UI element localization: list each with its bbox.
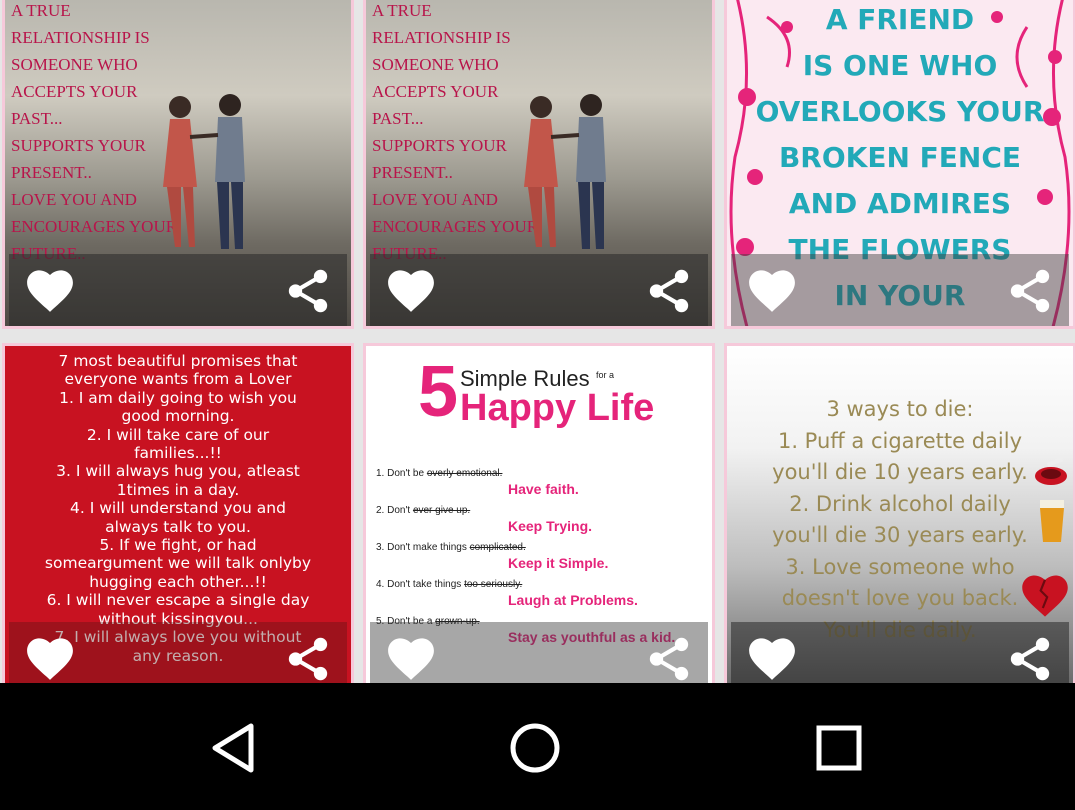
ashtray-icon	[1035, 457, 1067, 485]
recents-square-icon[interactable]	[809, 718, 869, 778]
quote-line: 6. I will never escape a single day	[46, 591, 310, 610]
quote-card-happy-life-rules[interactable]: 5 Simple Rules for a Happy Life 1. Don't…	[363, 343, 715, 683]
broken-heart-icon	[1022, 575, 1068, 617]
quote-line: 5. If we fight, or had	[99, 536, 257, 555]
rule-struck: ever give up.	[412, 505, 471, 516]
quote-line: 7 most beautiful promises that	[58, 352, 298, 370]
card-action-bar	[370, 254, 708, 326]
rules-title: 5 Simple Rules for a Happy Life	[418, 356, 678, 436]
quote-line: BROKEN FENCE	[778, 141, 1022, 174]
quote-line: A FRIEND	[825, 3, 975, 36]
rule-struck: overly emotional.	[426, 468, 503, 479]
quote-line: RELATIONSHIP IS	[372, 28, 511, 47]
quote-line: 1. Puff a cigarette daily	[777, 428, 1023, 453]
rule-answer: Keep Trying.	[508, 518, 593, 534]
quote-line: IS ONE WHO	[802, 49, 998, 82]
quote-line: someargument we will talk onlyby	[44, 554, 312, 573]
card-action-bar	[731, 254, 1069, 326]
quote-line: 3 ways to die:	[826, 397, 974, 421]
quote-card-relationship-2[interactable]: A TRUE RELATIONSHIP IS SOMEONE WHO ACCEP…	[363, 0, 715, 329]
rule-item: 1. Don't be overly emotional. Have faith…	[376, 468, 706, 505]
rule-item: 4. Don't take things too seriously. Laug…	[376, 579, 706, 616]
quote-line: RELATIONSHIP IS	[11, 28, 150, 47]
rule-answer: Keep it Simple.	[508, 555, 609, 571]
quote-line: families...!!	[134, 444, 222, 463]
card-action-bar	[370, 622, 708, 683]
heart-icon[interactable]	[23, 266, 77, 314]
quote-line: 2. I will take care of our	[86, 425, 270, 444]
quote-line: 4. I will understand you and	[70, 499, 286, 518]
rule-prefix: 3. Don't make things	[376, 542, 470, 553]
quote-line: everyone wants from a Lover	[64, 370, 292, 389]
card-action-bar	[731, 622, 1069, 683]
card-action-bar	[9, 622, 347, 683]
quote-line: SOMEONE WHO	[372, 55, 499, 74]
quote-line: good morning.	[121, 407, 235, 426]
rule-prefix: 4. Don't take things	[376, 579, 465, 590]
heart-icon[interactable]	[384, 634, 438, 682]
rules-title-big: Happy Life	[460, 387, 655, 429]
beer-glass-icon	[1040, 500, 1064, 542]
couple-silhouette-image	[524, 94, 606, 249]
back-triangle-icon[interactable]	[203, 718, 263, 778]
quote-line: A TRUE	[372, 1, 432, 20]
quote-line: SOMEONE WHO	[11, 55, 138, 74]
quote-card-ways-to-die[interactable]: 3 ways to die: 1. Puff a cigarette daily…	[724, 343, 1075, 683]
rule-answer: Laugh at Problems.	[508, 592, 638, 608]
system-navigation-bar	[0, 683, 1075, 810]
heart-icon[interactable]	[745, 634, 799, 682]
share-icon[interactable]	[283, 634, 333, 683]
quote-line: AND ADMIRES	[788, 187, 1012, 220]
quote-line: you'll die 10 years early.	[772, 460, 1028, 484]
quote-line: 2. Drink alcohol daily	[789, 491, 1011, 516]
card-action-bar	[9, 254, 347, 326]
quote-line: OVERLOOKS YOUR	[755, 95, 1045, 128]
heart-icon[interactable]	[384, 266, 438, 314]
rule-struck: complicated.	[469, 542, 526, 553]
quote-card-promises[interactable]: 7 most beautiful promises that everyone …	[2, 343, 354, 683]
quote-line: always talk to you.	[105, 517, 251, 536]
couple-silhouette-image	[163, 94, 245, 249]
rule-item: 2. Don't ever give up. Keep Trying.	[376, 505, 706, 542]
quote-line: A TRUE	[11, 1, 71, 20]
rules-title-number: 5	[418, 352, 459, 432]
quote-line: 1. I am daily going to wish you	[59, 388, 297, 407]
heart-icon[interactable]	[745, 266, 799, 314]
share-icon[interactable]	[1005, 634, 1055, 683]
share-icon[interactable]	[283, 266, 333, 316]
quotes-grid: A TRUE RELATIONSHIP IS SOMEONE WHO ACCEP…	[0, 0, 1075, 683]
quote-card-friend[interactable]: A FRIEND IS ONE WHO OVERLOOKS YOUR BROKE…	[724, 0, 1075, 329]
share-icon[interactable]	[1005, 266, 1055, 316]
rule-item: 3. Don't make things complicated. Keep i…	[376, 542, 706, 579]
quote-line: hugging each other...!!	[89, 572, 267, 591]
rule-answer: Have faith.	[508, 481, 579, 497]
quote-line: you'll die 30 years early.	[772, 523, 1028, 547]
quote-line: 1times in a day.	[116, 480, 240, 499]
rule-struck: too seriously.	[464, 579, 523, 590]
rule-prefix: 1. Don't be	[376, 468, 427, 479]
heart-icon[interactable]	[23, 634, 77, 682]
quote-card-relationship-1[interactable]: A TRUE RELATIONSHIP IS SOMEONE WHO ACCEP…	[2, 0, 354, 329]
rules-title-fora: for a	[596, 370, 615, 380]
quote-line: 3. I will always hug you, atleast	[56, 462, 300, 481]
share-icon[interactable]	[644, 634, 694, 683]
share-icon[interactable]	[644, 266, 694, 316]
home-circle-icon[interactable]	[505, 718, 565, 778]
rule-prefix: 2. Don't	[376, 505, 413, 516]
